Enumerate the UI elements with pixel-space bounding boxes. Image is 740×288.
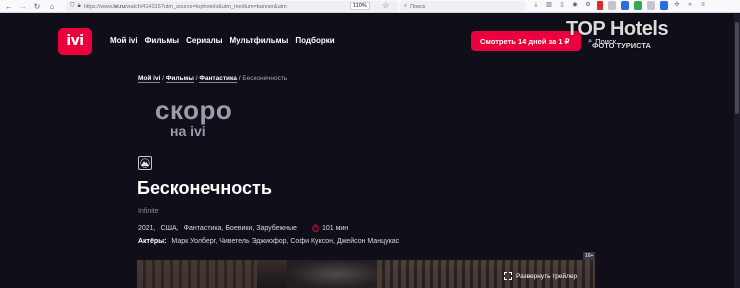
back-icon[interactable]: ←	[3, 0, 15, 12]
expand-trailer-button[interactable]: Развернуть трейлер	[504, 272, 577, 280]
browser-search-input[interactable]: ⌕ Поиск	[400, 1, 525, 12]
lock-icon[interactable]: 🔒︎	[78, 3, 81, 10]
trailer-frame-center	[287, 260, 387, 288]
actors-label: Актёры:	[138, 238, 167, 245]
breadcrumb-item-my-ivi[interactable]: Мой ivi	[138, 75, 161, 83]
menu-item-cartoons[interactable]: Мультфильмы	[230, 36, 289, 45]
extension-gray2-icon[interactable]	[647, 1, 655, 10]
zoom-indicator[interactable]: 110%	[350, 2, 370, 10]
ivi-logo[interactable]: ivi	[58, 28, 92, 55]
coming-soon-line1: скоро	[155, 95, 233, 125]
shield-icon[interactable]: ⛉	[70, 3, 75, 10]
search-icon: ⌕	[404, 3, 408, 9]
menu-item-series[interactable]: Сериалы	[186, 36, 222, 45]
url-prefix: https://www.	[83, 3, 114, 10]
menu-item-collections[interactable]: Подборки	[295, 36, 334, 45]
breadcrumb-item-movies[interactable]: Фильмы	[165, 75, 194, 83]
movie-actors: Актёры: Марк Уолберг, Чиветель Эджиофор,…	[138, 238, 399, 245]
scrollbar-thumb[interactable]	[735, 22, 739, 114]
movie-genres[interactable]: Фантастика, Боевики, Зарубежные	[184, 225, 297, 232]
extension-toolbar: ⤓ ▥ ▯ ◉ ⚙ ✣ » ≡	[532, 1, 707, 10]
expand-trailer-label: Развернуть трейлер	[516, 272, 578, 280]
forward-icon[interactable]: →	[17, 0, 29, 12]
movie-year[interactable]: 2021,	[138, 225, 156, 232]
movie-duration: 101 мин	[312, 224, 348, 232]
breadcrumb-separator: /	[195, 75, 198, 82]
extension-gray-icon[interactable]	[608, 1, 616, 10]
coming-soon-banner: скоро на ivi	[155, 96, 232, 138]
library-icon[interactable]: ▥	[545, 1, 553, 10]
main-menu: Мой ivi Фильмы Сериалы Мультфильмы Подбо…	[110, 36, 335, 45]
breadcrumb-current: Бесконечность	[242, 75, 288, 82]
browser-search-placeholder: Поиск	[410, 3, 426, 10]
bookmark-star-icon[interactable]: ☆	[382, 1, 389, 10]
movie-duration-value: 101 мин	[321, 224, 349, 232]
movie-original-title: Infinite	[138, 208, 159, 215]
browser-toolbar: ← → ↻ ⌂ ⛉ 🔒︎ https://www. ivi.ru/watch/41…	[0, 0, 740, 13]
site-search-label: Поиск	[595, 36, 616, 46]
puzzle-icon[interactable]: ✣	[673, 1, 681, 10]
extension-blue-icon[interactable]	[621, 1, 629, 10]
url-bar[interactable]: ⛉ 🔒︎ https://www. ivi.ru/watch/414315?utm…	[66, 1, 398, 12]
extension-shield-icon[interactable]	[660, 1, 668, 10]
timer-icon	[312, 224, 319, 232]
age-rating-badge: 16+	[583, 252, 596, 260]
breadcrumb-separator: /	[238, 75, 241, 82]
site-header: ivi Мой ivi Фильмы Сериалы Мультфильмы П…	[0, 14, 740, 70]
breadcrumb-item-genre[interactable]: Фантастика	[199, 75, 237, 83]
movie-country[interactable]: США,	[161, 225, 179, 232]
menu-item-my-ivi[interactable]: Мой ivi	[110, 36, 138, 45]
account-icon[interactable]: ◉	[571, 1, 579, 10]
breadcrumb: Мой ivi / Фильмы / Фантастика / Бесконеч…	[138, 75, 288, 83]
download-icon[interactable]: ⤓	[532, 1, 540, 10]
menu-item-movies[interactable]: Фильмы	[145, 36, 180, 45]
home-icon[interactable]: ⌂	[46, 0, 58, 12]
menu-icon[interactable]: ≡	[699, 1, 707, 10]
movie-meta: 2021, США, Фантастика, Боевики, Зарубежн…	[138, 224, 348, 232]
overflow-chevron-icon[interactable]: »	[686, 1, 694, 10]
reload-icon[interactable]: ↻	[31, 0, 43, 12]
search-icon: ⌕	[588, 36, 593, 45]
trailer-frame-left	[137, 260, 257, 288]
url-domain: ivi.ru	[113, 3, 125, 10]
url-path: /watch/414315?utm_source=tophotels&utm_m…	[125, 3, 287, 10]
expand-icon	[504, 272, 512, 280]
site-search-button[interactable]: ⌕ Поиск	[588, 36, 616, 46]
actors-list[interactable]: Марк Уолберг, Чиветель Эджиофор, Софи Ку…	[171, 238, 399, 245]
ivi-page: ivi Мой ivi Фильмы Сериалы Мультфильмы П…	[0, 14, 740, 288]
extension-green-icon[interactable]	[634, 1, 642, 10]
coming-soon-line2: на ivi	[170, 123, 206, 139]
settings-icon[interactable]: ⚙	[584, 1, 592, 10]
breadcrumb-separator: /	[162, 75, 165, 82]
subscribe-button[interactable]: Смотреть 14 дней за 1 ₽	[471, 31, 581, 51]
movie-title: Бесконечность	[137, 178, 272, 198]
extension-red-icon[interactable]	[597, 1, 603, 10]
paramount-logo-icon	[138, 156, 152, 170]
sidebar-icon[interactable]: ▯	[558, 1, 566, 10]
